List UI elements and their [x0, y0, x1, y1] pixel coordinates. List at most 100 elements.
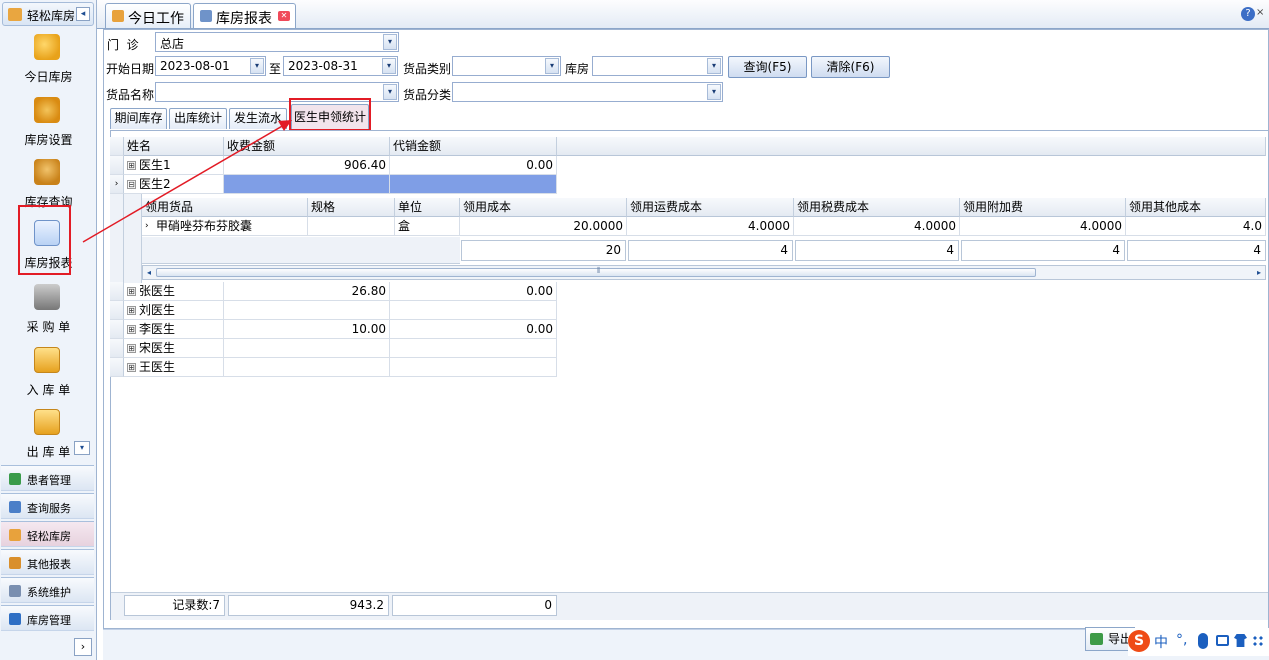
detail-cell-product[interactable]: › 甲硝唑芬布芬胶囊 — [142, 217, 308, 236]
detail-col-surcharge[interactable]: 领用附加费 — [960, 198, 1126, 217]
subtab-outbound-stats[interactable]: 出库统计 — [169, 108, 227, 129]
detail-col-product[interactable]: 领用货品 — [142, 198, 308, 217]
detail-col-freight[interactable]: 领用运费成本 — [627, 198, 794, 217]
skin-icon[interactable] — [1234, 634, 1247, 647]
nav-purchase-order[interactable]: 采 购 单 — [0, 282, 97, 344]
detail-cell-cost[interactable]: 20.0000 — [460, 217, 627, 236]
collapse-sidebar-button[interactable]: ◂ — [76, 7, 90, 21]
table-cell-charge[interactable] — [224, 358, 390, 377]
table-cell-consign[interactable] — [390, 358, 557, 377]
col-header-name[interactable]: 姓名 — [124, 137, 224, 156]
detail-cell-spec[interactable] — [308, 217, 395, 236]
table-row-name[interactable]: ⊞ 刘医生 — [124, 301, 224, 320]
group-other-reports[interactable]: 其他报表 — [1, 549, 94, 575]
chevron-down-icon[interactable]: ▾ — [383, 84, 397, 100]
keyboard-icon[interactable] — [1216, 635, 1229, 646]
table-row-name[interactable]: ⊟ 医生2 — [124, 175, 224, 194]
tab-warehouse-report[interactable]: 库房报表 ✕ — [193, 3, 296, 28]
table-cell-charge[interactable]: 906.40 — [224, 156, 390, 175]
detail-col-tax[interactable]: 领用税费成本 — [794, 198, 960, 217]
chevron-down-icon[interactable]: ▾ — [707, 58, 721, 74]
product-class-select[interactable]: ▾ — [452, 82, 723, 102]
query-button[interactable]: 查询(F5) — [728, 56, 807, 78]
close-icon[interactable]: × — [1256, 7, 1266, 21]
table-cell-consign[interactable]: 0.00 — [390, 320, 557, 339]
group-query-service[interactable]: 查询服务 — [1, 493, 94, 519]
detail-col-cost[interactable]: 领用成本 — [460, 198, 627, 217]
table-cell-consign[interactable] — [390, 301, 557, 320]
table-cell-consign[interactable]: 0.00 — [390, 156, 557, 175]
nav-today-warehouse[interactable]: 今日库房 — [0, 32, 97, 94]
row-indicator-current: › — [110, 175, 124, 194]
detail-col-spec[interactable]: 规格 — [308, 198, 395, 217]
tab-today-work[interactable]: 今日工作 — [105, 3, 191, 28]
table-row-name[interactable]: ⊞ 医生1 — [124, 156, 224, 175]
table-cell-charge[interactable] — [224, 301, 390, 320]
microphone-icon[interactable] — [1198, 633, 1208, 649]
help-icon[interactable]: ? — [1241, 7, 1255, 21]
group-system-maintenance[interactable]: 系统维护 — [1, 577, 94, 603]
expand-more-button[interactable]: › — [74, 638, 92, 656]
table-row-name[interactable]: ⊞ 张医生 — [124, 282, 224, 301]
expand-icon[interactable]: ⊞ — [127, 287, 136, 296]
expand-icon[interactable]: ⊞ — [127, 306, 136, 315]
clinic-select[interactable]: 总店 ▾ — [155, 32, 399, 52]
expand-icon[interactable]: ⊞ — [127, 161, 136, 170]
ime-toolbar[interactable]: S 中 °, — [1128, 628, 1269, 656]
detail-col-unit[interactable]: 单位 — [395, 198, 460, 217]
nav-warehouse-settings[interactable]: 库房设置 — [0, 95, 97, 157]
nav-inbound-order[interactable]: 入 库 单 — [0, 345, 97, 407]
chevron-down-icon[interactable]: ▾ — [382, 58, 396, 74]
expand-icon[interactable]: ⊞ — [127, 325, 136, 334]
chevron-down-icon[interactable]: ▾ — [383, 34, 397, 50]
punctuation-icon[interactable]: °, — [1176, 632, 1187, 648]
clear-button[interactable]: 清除(F6) — [811, 56, 890, 78]
expand-icon[interactable]: ⊞ — [127, 344, 136, 353]
group-warehouse-management[interactable]: 库房管理 — [1, 605, 94, 631]
detail-cell-unit[interactable]: 盒 — [395, 217, 460, 236]
ime-mode[interactable]: 中 — [1154, 632, 1168, 652]
group-easy-warehouse[interactable]: 轻松库房 — [1, 521, 94, 547]
table-row-name[interactable]: ⊞ 宋医生 — [124, 339, 224, 358]
start-date-picker[interactable]: 2023-08-01 ▾ — [155, 56, 266, 76]
detail-sum-tax: 4 — [795, 240, 959, 261]
sogou-logo-icon[interactable]: S — [1128, 630, 1150, 652]
group-patient-management[interactable]: 患者管理 — [1, 465, 94, 491]
detail-gutter — [110, 194, 124, 283]
table-cell-charge[interactable] — [224, 339, 390, 358]
table-cell-charge[interactable]: 26.80 — [224, 282, 390, 301]
scroll-left-icon[interactable]: ◂ — [143, 266, 155, 279]
nav-outbound-order[interactable]: 出 库 单 — [0, 407, 97, 469]
chevron-down-icon[interactable]: ▾ — [250, 58, 264, 74]
close-tab-icon[interactable]: ✕ — [278, 11, 290, 21]
horizontal-scrollbar[interactable]: ◂ ⦀ ▸ — [142, 265, 1266, 280]
detail-col-other[interactable]: 领用其他成本 — [1126, 198, 1266, 217]
col-header-consign[interactable]: 代销金额 — [390, 137, 557, 156]
scroll-right-icon[interactable]: ▸ — [1253, 266, 1265, 279]
end-date-picker[interactable]: 2023-08-31 ▾ — [283, 56, 398, 76]
expand-icon[interactable]: ⊞ — [127, 363, 136, 372]
warehouse-select[interactable]: ▾ — [592, 56, 723, 76]
grid-menu-icon[interactable] — [1252, 635, 1264, 647]
category-select[interactable]: ▾ — [452, 56, 561, 76]
detail-cell-tax[interactable]: 4.0000 — [794, 217, 960, 236]
table-cell-charge[interactable]: 10.00 — [224, 320, 390, 339]
detail-cell-freight[interactable]: 4.0000 — [627, 217, 794, 236]
subtab-period-inventory[interactable]: 期间库存 — [110, 108, 167, 129]
chevron-down-icon[interactable]: ▾ — [545, 58, 559, 74]
detail-cell-other[interactable]: 4.0 — [1126, 217, 1266, 236]
subtab-transaction-flow[interactable]: 发生流水 — [229, 108, 287, 129]
table-row-name[interactable]: ⊞ 王医生 — [124, 358, 224, 377]
table-cell-charge[interactable] — [224, 175, 390, 194]
detail-cell-surcharge[interactable]: 4.0000 — [960, 217, 1126, 236]
patient-icon — [9, 473, 21, 485]
chevron-down-icon[interactable]: ▾ — [707, 84, 721, 100]
scroll-down-button[interactable]: ▾ — [74, 441, 90, 455]
collapse-icon[interactable]: ⊟ — [127, 180, 136, 189]
table-cell-consign[interactable]: 0.00 — [390, 282, 557, 301]
table-cell-consign[interactable] — [390, 175, 557, 194]
col-header-charge[interactable]: 收费金额 — [224, 137, 390, 156]
table-cell-consign[interactable] — [390, 339, 557, 358]
scrollbar-thumb[interactable]: ⦀ — [156, 266, 1036, 277]
table-row-name[interactable]: ⊞ 李医生 — [124, 320, 224, 339]
